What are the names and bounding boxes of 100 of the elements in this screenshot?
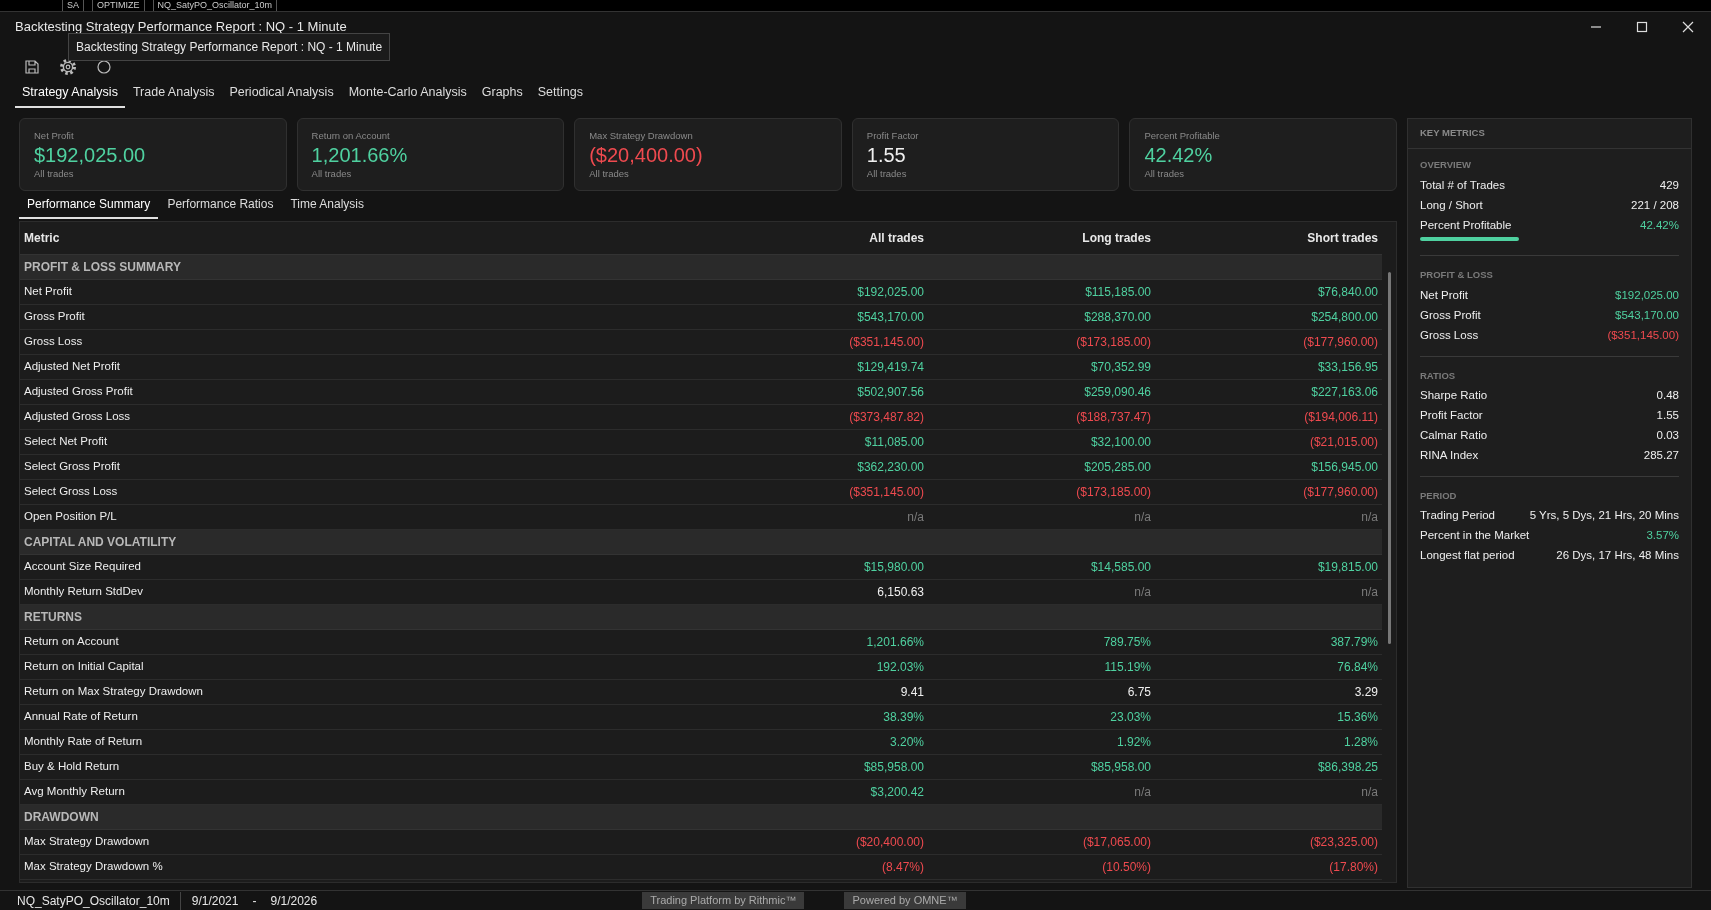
- section-title: RETURNS: [24, 609, 82, 626]
- card-value: $192,025.00: [34, 143, 147, 168]
- tab[interactable]: Trade Analysis: [125, 83, 222, 108]
- table-cell-text: $14,585.00: [1090, 559, 1151, 576]
- table-cell-text: ($23,325.00): [1309, 834, 1378, 851]
- table-cell-text: 76.84%: [1337, 659, 1378, 676]
- table-cell-text: n/a: [1134, 784, 1151, 801]
- tab[interactable]: Graphs: [474, 83, 530, 108]
- table-cell-text: Select Gross Profit: [23, 459, 121, 475]
- metric-value: 0.48: [1656, 388, 1679, 404]
- table-cell-text: $19,815.00: [1317, 559, 1378, 576]
- table-cell-text: 6.75: [1127, 684, 1151, 701]
- table-cell-text: Max Strategy Drawdown %: [23, 859, 164, 875]
- settings-button[interactable]: [60, 58, 78, 76]
- table-cell-text: Max Strategy Drawdown: [23, 834, 151, 850]
- table-cell-text: n/a: [1361, 784, 1378, 801]
- metric-label: Long / Short: [1420, 197, 1483, 213]
- group-title: OVERVIEW: [1420, 158, 1473, 172]
- table-cell-text: ($188,737.47): [1076, 409, 1151, 426]
- table-cell-text: 789.75%: [1103, 634, 1151, 651]
- date-separator: -: [251, 892, 258, 910]
- table-cell-text: Select Gross Loss: [23, 484, 119, 500]
- card-value: 1.55: [866, 143, 907, 168]
- tab[interactable]: Settings: [530, 83, 590, 108]
- settings-icon: [60, 59, 76, 75]
- table-cell-text: $192,025.00: [857, 284, 924, 301]
- table-cell-text: 15.36%: [1337, 709, 1378, 726]
- card-value: 42.42%: [1144, 143, 1214, 168]
- metric-value: 0.03: [1656, 428, 1679, 444]
- table-cell-text: (17.80%): [1329, 859, 1378, 876]
- table-cell-text: Open Position P/L: [23, 509, 118, 525]
- save-button[interactable]: [24, 58, 42, 76]
- card-value: 1,201.66%: [311, 143, 409, 168]
- table-cell-text: ($177,960.00): [1303, 334, 1378, 351]
- table-cell-text: (8.47%): [881, 859, 924, 876]
- metric-label: Profit Factor: [1420, 408, 1483, 424]
- section-title: CAPITAL AND VOLATILITY: [24, 534, 177, 551]
- metric-label: Gross Profit: [1420, 307, 1481, 323]
- table-cell-text: 192.03%: [876, 659, 924, 676]
- table-cell-text: ($373,487.82): [849, 409, 924, 426]
- card-note: All trades: [866, 167, 908, 182]
- subtab[interactable]: Performance Summary: [19, 195, 159, 219]
- table-cell-text: $86,398.25: [1317, 759, 1378, 776]
- metric-value: 26 Dys, 17 Hrs, 48 Mins: [1556, 548, 1679, 564]
- table-cell-text: (10.50%): [1102, 859, 1151, 876]
- metric-value: 3.57%: [1646, 528, 1679, 544]
- table-cell-text: 9.41: [900, 684, 924, 701]
- table-cell-text: $254,800.00: [1311, 309, 1378, 326]
- table-cell-text: $129,419.74: [857, 359, 924, 376]
- table-cell-text: $288,370.00: [1084, 309, 1151, 326]
- metric-label: RINA Index: [1420, 448, 1479, 464]
- table-cell-text: 3.20%: [889, 734, 924, 751]
- column-header: Short trades: [1306, 230, 1379, 247]
- table-cell-text: Return on Account: [23, 634, 120, 650]
- group-title: RATIOS: [1420, 368, 1457, 383]
- metric-value: 1.55: [1656, 408, 1679, 424]
- end-date: 9/1/2026: [270, 892, 318, 910]
- table-cell-text: $70,352.99: [1090, 359, 1151, 376]
- section-title: DRAWDOWN: [24, 809, 99, 826]
- card-note: All trades: [34, 167, 75, 182]
- tab[interactable]: Periodical Analysis: [222, 83, 341, 108]
- table-cell-text: $32,100.00: [1090, 434, 1151, 451]
- card-label: Max Strategy Drawdown: [589, 129, 694, 143]
- metric-label: Trading Period: [1420, 508, 1495, 524]
- table-cell-text: n/a: [907, 509, 924, 526]
- table-cell-text: n/a: [1134, 509, 1151, 526]
- table-cell-text: $156,945.00: [1311, 459, 1378, 476]
- metric-value: $192,025.00: [1615, 287, 1679, 303]
- table-cell-text: Return on Max Strategy Drawdown: [23, 684, 204, 700]
- tab[interactable]: Strategy Analysis: [15, 83, 125, 108]
- metric-label: Sharpe Ratio: [1420, 388, 1488, 404]
- table-cell-text: 387.79%: [1330, 634, 1378, 651]
- table-cell-text: 115.19%: [1104, 659, 1151, 676]
- table-cell-text: ($17,065.00): [1082, 834, 1151, 851]
- scrollbar[interactable]: [1387, 272, 1391, 644]
- metric-value: 285.27: [1643, 448, 1679, 464]
- start-date: 9/1/2021: [190, 892, 239, 910]
- tab[interactable]: Monte-Carlo Analysis: [341, 83, 474, 108]
- table-cell-text: ($194,006.11): [1304, 409, 1378, 426]
- metric-label: Longest flat period: [1420, 548, 1515, 564]
- table-cell-text: Annual Rate of Return: [23, 709, 139, 725]
- table-cell-text: $76,840.00: [1317, 284, 1378, 301]
- table-cell-text: $227,163.06: [1311, 384, 1378, 401]
- metric-value: $543,170.00: [1615, 307, 1679, 323]
- card-value: ($20,400.00): [589, 143, 704, 168]
- table-cell-text: Net Profit: [23, 284, 73, 300]
- table-cell-text: Monthly Rate of Return: [23, 734, 144, 750]
- table-cell-text: ($173,185.00): [1076, 484, 1151, 501]
- subtab[interactable]: Time Analysis: [282, 195, 372, 219]
- table-cell-text: 1.92%: [1116, 734, 1151, 751]
- subtab[interactable]: Performance Ratios: [159, 195, 282, 219]
- table-cell-text: 23.03%: [1110, 709, 1151, 726]
- table-cell-text: Account Size Required: [23, 559, 142, 575]
- table-cell-text: Return on Initial Capital: [23, 659, 145, 675]
- metric-value: 42.42%: [1640, 217, 1679, 233]
- info-button[interactable]: [96, 58, 114, 76]
- metric-label: Gross Loss: [1420, 327, 1479, 343]
- circle-icon: [96, 59, 112, 75]
- table-cell-text: Avg Monthly Return: [23, 784, 126, 800]
- table-cell-text: 1.28%: [1343, 734, 1378, 751]
